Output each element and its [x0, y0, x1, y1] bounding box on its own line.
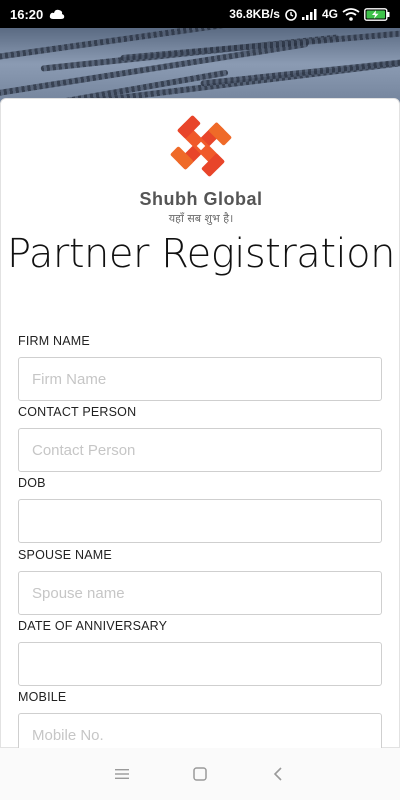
spouse-name-input[interactable]	[18, 571, 382, 615]
firm-name-input[interactable]	[18, 357, 382, 401]
anniversary-input[interactable]	[18, 642, 382, 686]
firm-name-label: FIRM NAME	[18, 334, 90, 348]
status-bar: 16:20 36.8KB/s 4G	[0, 0, 400, 28]
dob-label: DOB	[18, 476, 46, 490]
brand-logo: Shubh Global यहाँ सब शुभ है।	[1, 113, 399, 226]
cloud-icon	[50, 9, 65, 19]
dob-field: DOB	[18, 476, 382, 543]
spouse-name-field: SPOUSE NAME	[18, 548, 382, 615]
network-type: 4G	[321, 7, 338, 21]
contact-person-field: CONTACT PERSON	[18, 405, 382, 472]
firm-name-field: FIRM NAME	[18, 334, 382, 401]
contact-person-label: CONTACT PERSON	[18, 405, 137, 419]
swastik-logo-icon	[170, 115, 232, 177]
recent-apps-button[interactable]	[111, 763, 133, 785]
mobile-label: MOBILE	[18, 690, 67, 704]
system-nav-bar	[0, 748, 400, 800]
brand-tagline: यहाँ सब शुभ है।	[168, 212, 234, 225]
battery-charging-icon	[364, 7, 390, 21]
page-title: Partner Registration	[7, 231, 395, 277]
spouse-name-label: SPOUSE NAME	[18, 548, 112, 562]
signal-icon	[301, 9, 317, 20]
anniversary-label: DATE OF ANNIVERSARY	[18, 619, 168, 633]
mobile-field: MOBILE	[18, 690, 382, 757]
home-square-icon	[193, 767, 207, 781]
anniversary-field: DATE OF ANNIVERSARY	[18, 619, 382, 686]
back-icon	[273, 767, 282, 781]
network-speed: 36.8KB/s	[229, 7, 280, 21]
wifi-icon	[342, 7, 360, 21]
contact-person-input[interactable]	[18, 428, 382, 472]
status-time: 16:20	[10, 6, 44, 22]
brand-name: Shubh Global	[139, 189, 263, 209]
alarm-icon	[285, 9, 297, 21]
home-button[interactable]	[189, 763, 211, 785]
back-button[interactable]	[267, 763, 289, 785]
menu-icon	[115, 769, 129, 779]
dob-input[interactable]	[18, 499, 382, 543]
